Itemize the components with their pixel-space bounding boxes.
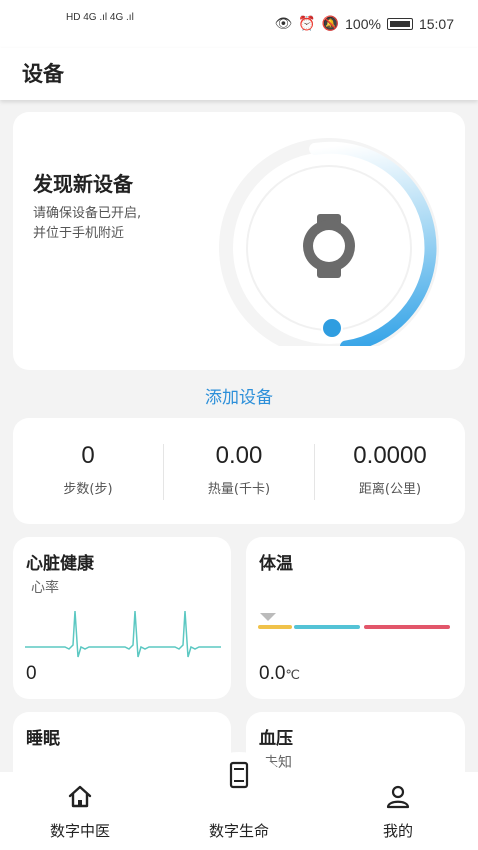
distance-label: 距离(公里) — [358, 482, 422, 497]
battery-percent: 100% — [345, 15, 381, 32]
signal-indicators: HD 4G .ıl 4G .ıl — [66, 12, 134, 23]
temperature-value: 0.0 — [259, 663, 286, 684]
nav-tcm-label: 数字中医 — [49, 822, 110, 840]
distance-value: 0.0000 — [353, 442, 427, 469]
stat-calories: 0.00 热量(千卡) — [164, 418, 314, 524]
temperature-value-row: 0.0℃ — [259, 663, 300, 685]
add-device-link[interactable]: 添加设备 — [0, 383, 478, 408]
tablet-icon — [229, 761, 249, 789]
sleep-title: 睡眠 — [26, 729, 60, 749]
discover-title: 发现新设备 — [33, 172, 133, 196]
discover-desc-line2: 并位于手机附近 — [33, 226, 125, 241]
nav-mine[interactable]: 我的 — [328, 772, 468, 850]
heart-rate-value: 0 — [26, 663, 37, 684]
temperature-title: 体温 — [259, 554, 293, 574]
temperature-scale — [258, 613, 450, 629]
heart-title: 心脏健康 — [26, 554, 94, 574]
heart-rate-label: 心率 — [31, 580, 59, 596]
ecg-waveform — [25, 610, 221, 658]
blood-pressure-title: 血压 — [259, 729, 293, 749]
nav-mine-label: 我的 — [382, 822, 413, 840]
scan-ring — [219, 138, 439, 346]
home-icon — [68, 785, 92, 808]
eye-icon: 👁 — [274, 15, 293, 31]
steps-value: 0 — [81, 442, 95, 469]
calories-label: 热量(千卡) — [207, 482, 271, 497]
app-header: 设备 — [0, 48, 478, 100]
clock: 15:07 — [418, 15, 454, 32]
temperature-unit: ℃ — [285, 667, 301, 682]
heart-health-card[interactable]: 心脏健康 心率 0 — [13, 537, 231, 699]
stat-distance: 0.0000 距离(公里) — [315, 418, 465, 524]
nav-tcm[interactable]: 数字中医 — [10, 772, 150, 850]
discover-description: 请确保设备已开启, 并位于手机附近 — [33, 204, 203, 244]
alarm-icon: ⏰ — [298, 15, 316, 31]
stat-steps: 0 步数(步) — [13, 418, 163, 524]
discover-desc-line1: 请确保设备已开启, — [33, 206, 142, 221]
nav-digital-life-label: 数字生命 — [208, 822, 269, 840]
battery-icon — [386, 17, 413, 30]
status-right: 👁 ⏰ 🔕 100% 15:07 — [274, 15, 454, 32]
nav-digital-life[interactable]: 数字生命 — [169, 761, 309, 850]
mute-icon: 🔕 — [321, 15, 340, 31]
temperature-pointer-icon — [260, 613, 276, 621]
discover-device-card[interactable]: 发现新设备 请确保设备已开启, 并位于手机附近 — [13, 112, 465, 370]
user-icon — [386, 785, 410, 809]
calories-value: 0.00 — [215, 442, 263, 469]
steps-label: 步数(步) — [63, 482, 113, 497]
status-bar: HD 4G .ıl 4G .ıl 👁 ⏰ 🔕 100% 15:07 — [0, 0, 478, 48]
activity-stats-card: 0 步数(步) 0.00 热量(千卡) 0.0000 距离(公里) — [13, 418, 465, 524]
body-temperature-card[interactable]: 体温 0.0℃ — [246, 537, 465, 699]
page-title: 设备 — [22, 62, 64, 86]
